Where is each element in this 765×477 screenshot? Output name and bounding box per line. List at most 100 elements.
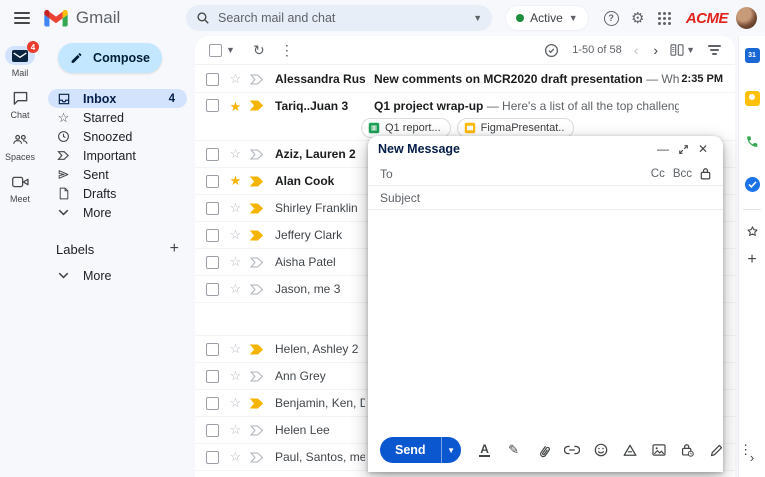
importance-marker-icon[interactable] bbox=[249, 397, 266, 410]
email-checkbox[interactable] bbox=[206, 451, 219, 464]
email-checkbox[interactable] bbox=[206, 99, 219, 112]
email-checkbox[interactable] bbox=[206, 256, 219, 269]
calendar-button[interactable]: 31 bbox=[742, 45, 762, 65]
labels-more[interactable]: More bbox=[40, 266, 187, 285]
compose-header[interactable]: New Message — ✕ bbox=[368, 136, 723, 162]
importance-marker-icon[interactable] bbox=[249, 343, 266, 356]
importance-marker-icon[interactable] bbox=[249, 202, 266, 215]
compose-button[interactable]: Compose bbox=[58, 43, 162, 73]
settings-button[interactable]: ⚙ bbox=[624, 4, 651, 32]
insert-from-drive-button[interactable] bbox=[620, 440, 640, 460]
email-checkbox[interactable] bbox=[206, 343, 219, 356]
compose-more-options-button[interactable]: ⋮ bbox=[736, 440, 756, 460]
importance-marker-icon[interactable] bbox=[249, 229, 266, 242]
email-checkbox[interactable] bbox=[206, 397, 219, 410]
sidebar-item-more[interactable]: More bbox=[40, 203, 187, 222]
rail-item-spaces[interactable]: Spaces bbox=[0, 130, 40, 172]
star-toggle-icon[interactable] bbox=[228, 146, 243, 162]
email-checkbox[interactable] bbox=[206, 202, 219, 215]
sidebar-item-drafts[interactable]: Drafts bbox=[40, 184, 187, 203]
email-checkbox[interactable] bbox=[206, 73, 219, 86]
rail-item-mail[interactable]: 4 Mail bbox=[0, 46, 40, 88]
importance-marker-icon[interactable] bbox=[249, 370, 266, 383]
attachment-chip[interactable]: Q1 report... bbox=[361, 118, 451, 138]
status-selector[interactable]: Active ▼ bbox=[506, 6, 588, 30]
search-input[interactable] bbox=[218, 11, 465, 25]
insert-photo-button[interactable] bbox=[649, 440, 669, 460]
add-label-button[interactable]: + bbox=[170, 242, 179, 256]
star-toggle-icon[interactable] bbox=[228, 395, 243, 411]
email-checkbox[interactable] bbox=[206, 229, 219, 242]
select-all-checkbox[interactable] bbox=[209, 44, 222, 57]
sidebar-item-inbox[interactable]: Inbox 4 bbox=[48, 89, 187, 108]
star-toggle-icon[interactable] bbox=[228, 173, 243, 189]
minimize-button[interactable]: — bbox=[653, 140, 673, 158]
subject-row[interactable] bbox=[368, 186, 723, 210]
addons-button[interactable] bbox=[742, 222, 762, 242]
importance-marker-icon[interactable] bbox=[249, 148, 266, 161]
help-button[interactable]: ? bbox=[598, 4, 625, 32]
insert-signature-button[interactable] bbox=[707, 440, 727, 460]
message-body-field[interactable] bbox=[368, 210, 723, 428]
popout-button[interactable] bbox=[673, 140, 693, 158]
recipients-row[interactable]: Cc Bcc bbox=[368, 162, 723, 186]
filter-icon[interactable] bbox=[704, 41, 725, 59]
select-caret-icon[interactable]: ▼ bbox=[226, 45, 235, 55]
star-toggle-icon[interactable] bbox=[228, 341, 243, 357]
close-icon[interactable]: ✕ bbox=[693, 140, 713, 158]
send-button[interactable]: Send bbox=[380, 437, 441, 463]
rail-item-meet[interactable]: Meet bbox=[0, 172, 40, 214]
star-toggle-icon[interactable] bbox=[228, 254, 243, 270]
star-toggle-icon[interactable] bbox=[228, 99, 243, 115]
send-options-caret-icon[interactable]: ▼ bbox=[441, 437, 461, 463]
to-field[interactable] bbox=[380, 167, 643, 181]
google-apps-button[interactable] bbox=[651, 4, 678, 32]
sidebar-item-important[interactable]: Important bbox=[40, 146, 187, 165]
email-checkbox[interactable] bbox=[206, 424, 219, 437]
voice-button[interactable] bbox=[742, 131, 762, 151]
cc-toggle[interactable]: Cc bbox=[651, 168, 665, 180]
email-checkbox[interactable] bbox=[206, 283, 219, 296]
star-toggle-icon[interactable] bbox=[228, 227, 243, 243]
older-page-icon[interactable]: › bbox=[650, 42, 661, 58]
split-pane-toggle[interactable]: ▼ bbox=[670, 44, 695, 56]
email-row[interactable]: Alessandra Russo New comments on MCR2020… bbox=[195, 66, 735, 93]
search-bar[interactable]: ▼ bbox=[186, 5, 492, 31]
sidebar-item-starred[interactable]: ☆ Starred bbox=[40, 108, 187, 127]
importance-marker-icon[interactable] bbox=[249, 99, 266, 112]
confidential-mode-button[interactable] bbox=[678, 440, 698, 460]
email-checkbox[interactable] bbox=[206, 370, 219, 383]
formatting-options-button[interactable]: A bbox=[475, 440, 495, 460]
star-toggle-icon[interactable] bbox=[228, 71, 243, 87]
rail-item-chat[interactable]: Chat bbox=[0, 88, 40, 130]
main-menu-button[interactable] bbox=[0, 9, 44, 27]
insert-emoji-button[interactable] bbox=[591, 440, 611, 460]
importance-marker-icon[interactable] bbox=[249, 424, 266, 437]
attach-file-button[interactable] bbox=[533, 440, 553, 460]
search-options-caret-icon[interactable]: ▼ bbox=[473, 13, 482, 23]
keep-button[interactable] bbox=[742, 88, 762, 108]
more-options-icon[interactable]: ⋮ bbox=[275, 38, 299, 62]
importance-marker-icon[interactable] bbox=[249, 175, 266, 188]
bcc-toggle[interactable]: Bcc bbox=[673, 168, 692, 180]
importance-marker-icon[interactable] bbox=[249, 256, 266, 269]
gmail-logo[interactable]: Gmail bbox=[44, 8, 186, 28]
help-me-write-button[interactable]: ✎ bbox=[504, 440, 524, 460]
subject-field[interactable] bbox=[380, 191, 711, 205]
sidebar-item-snoozed[interactable]: Snoozed bbox=[40, 127, 187, 146]
importance-marker-icon[interactable] bbox=[249, 451, 266, 464]
newer-page-icon[interactable]: ‹ bbox=[631, 42, 642, 58]
sidebar-item-sent[interactable]: Sent bbox=[40, 165, 187, 184]
insert-link-button[interactable] bbox=[562, 440, 582, 460]
get-addons-button[interactable]: + bbox=[742, 250, 762, 270]
input-tools-icon[interactable] bbox=[539, 38, 563, 62]
star-toggle-icon[interactable] bbox=[228, 281, 243, 297]
user-avatar[interactable] bbox=[736, 7, 757, 29]
importance-marker-icon[interactable] bbox=[249, 283, 266, 296]
attachment-chip[interactable]: FigmaPresentat.. bbox=[457, 118, 575, 138]
star-toggle-icon[interactable] bbox=[228, 449, 243, 465]
star-toggle-icon[interactable] bbox=[228, 200, 243, 216]
star-toggle-icon[interactable] bbox=[228, 422, 243, 438]
star-toggle-icon[interactable] bbox=[228, 368, 243, 384]
importance-marker-icon[interactable] bbox=[249, 73, 266, 86]
